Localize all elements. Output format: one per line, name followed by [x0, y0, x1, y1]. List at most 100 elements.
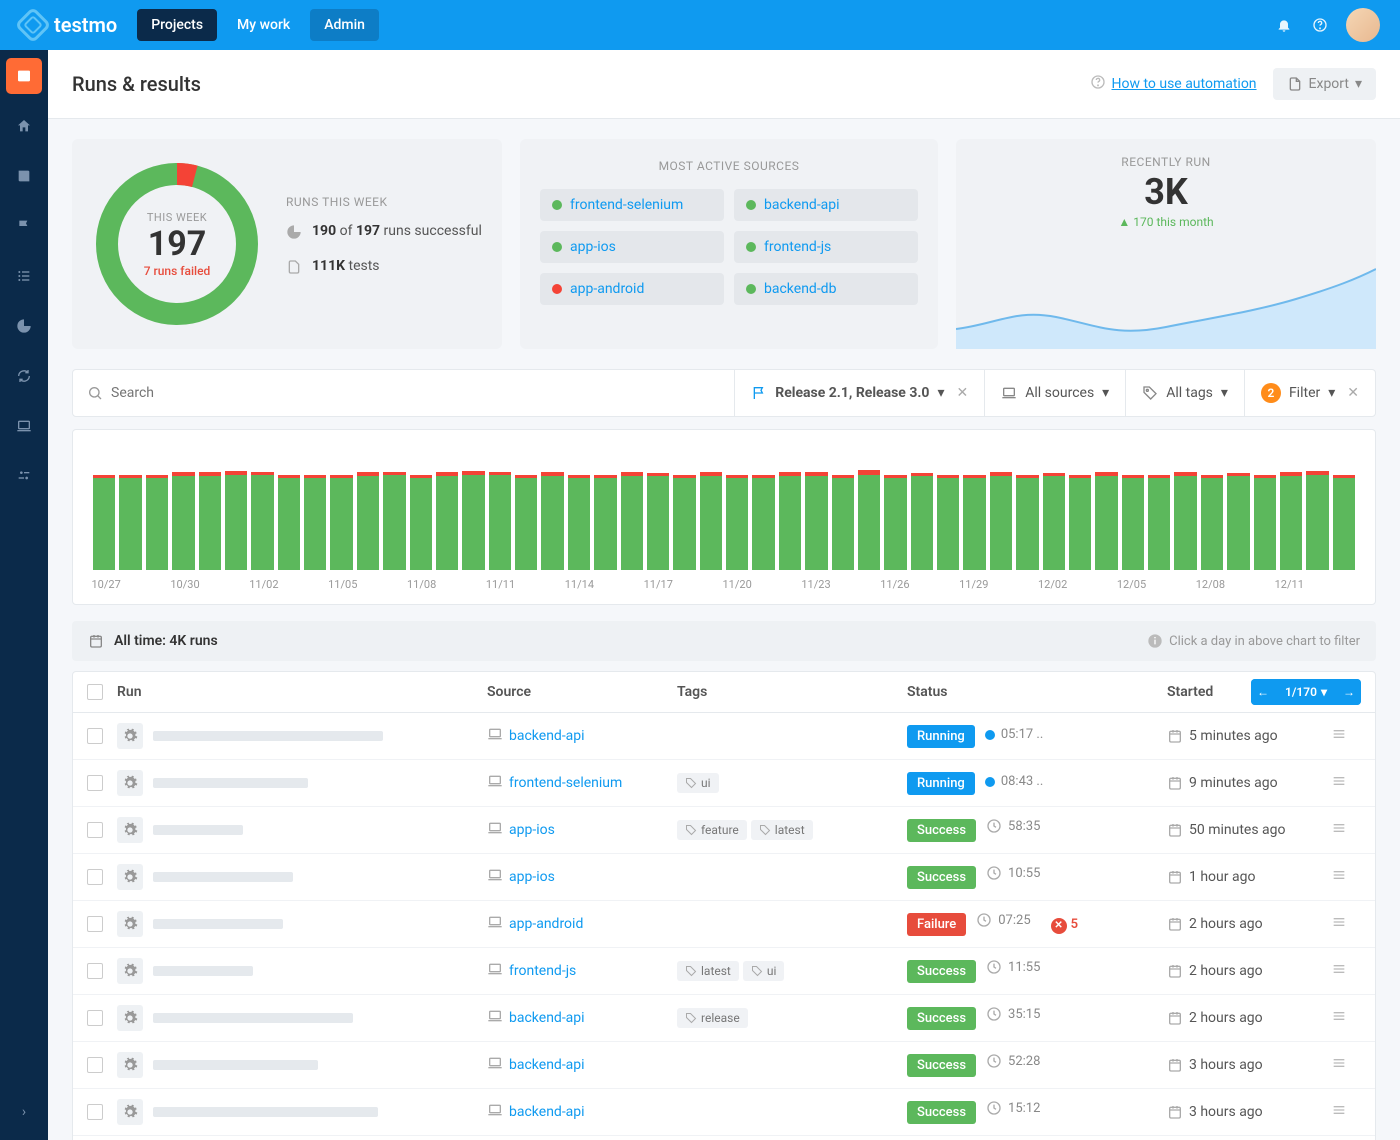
source-link[interactable]: backend-db: [764, 281, 836, 297]
filter-sources[interactable]: All sources ▾: [984, 370, 1125, 416]
col-source[interactable]: Source: [487, 684, 677, 700]
row-checkbox[interactable]: [87, 1104, 103, 1120]
chart-bar[interactable]: [146, 475, 168, 570]
sidebar-collapse[interactable]: ›: [6, 1094, 42, 1130]
chart-bar[interactable]: [963, 475, 985, 570]
chart-bar[interactable]: [383, 472, 405, 570]
row-checkbox[interactable]: [87, 728, 103, 744]
tag-pill[interactable]: latest: [751, 820, 813, 840]
table-row[interactable]: app-ios latest Success 23:32 4 hours ago: [73, 1136, 1375, 1140]
source-pill[interactable]: frontend-selenium: [540, 189, 724, 221]
runs-bar-chart[interactable]: 10/2710/3011/0211/0511/0811/1111/1411/17…: [72, 429, 1376, 605]
sidebar-item-book[interactable]: [6, 158, 42, 194]
logo[interactable]: testmo: [20, 12, 117, 38]
source-link[interactable]: app-android: [570, 281, 644, 297]
row-menu-button[interactable]: [1331, 914, 1361, 934]
table-row[interactable]: app-ios feature latest Success 58:35 50 …: [73, 807, 1375, 854]
chart-bar[interactable]: [673, 475, 695, 570]
chart-bar[interactable]: [119, 475, 141, 570]
chart-bar[interactable]: [1095, 472, 1117, 570]
table-row[interactable]: backend-api Running 05:17 .. 5 minutes a…: [73, 713, 1375, 760]
source-pill[interactable]: app-ios: [540, 231, 724, 263]
row-gear-button[interactable]: [117, 770, 143, 796]
chart-bar[interactable]: [541, 472, 563, 570]
source-pill[interactable]: frontend-js: [734, 231, 918, 263]
row-checkbox[interactable]: [87, 916, 103, 932]
source-link[interactable]: frontend-js: [487, 961, 677, 981]
table-row[interactable]: frontend-js latest ui Success 11:55 2 ho…: [73, 948, 1375, 995]
chart-bar[interactable]: [1016, 475, 1038, 570]
chart-bar[interactable]: [1280, 472, 1302, 570]
chart-bar[interactable]: [621, 472, 643, 570]
search-box[interactable]: [73, 370, 734, 416]
clear-icon[interactable]: ✕: [957, 385, 969, 401]
col-tags[interactable]: Tags: [677, 684, 907, 700]
row-checkbox[interactable]: [87, 1010, 103, 1026]
col-run[interactable]: Run: [117, 684, 487, 700]
row-gear-button[interactable]: [117, 958, 143, 984]
row-gear-button[interactable]: [117, 1005, 143, 1031]
row-checkbox[interactable]: [87, 822, 103, 838]
chart-bar[interactable]: [304, 475, 326, 570]
chart-bar[interactable]: [436, 472, 458, 570]
bell-icon[interactable]: [1266, 7, 1302, 43]
source-pill[interactable]: backend-db: [734, 273, 918, 305]
row-menu-button[interactable]: [1331, 820, 1361, 840]
chart-bar[interactable]: [594, 475, 616, 570]
pager-next[interactable]: →: [1337, 679, 1361, 705]
chart-bar[interactable]: [1227, 473, 1249, 570]
select-all-checkbox[interactable]: [87, 684, 103, 700]
source-link[interactable]: app-ios: [487, 820, 677, 840]
chart-bar[interactable]: [805, 472, 827, 570]
table-row[interactable]: app-ios Success 10:55 1 hour ago: [73, 854, 1375, 901]
chart-bar[interactable]: [752, 475, 774, 570]
chart-bar[interactable]: [172, 472, 194, 570]
chart-bar[interactable]: [251, 472, 273, 570]
sidebar-item-laptop[interactable]: [6, 408, 42, 444]
table-row[interactable]: app-android Failure 07:25✕5 2 hours ago: [73, 901, 1375, 948]
source-link[interactable]: frontend-js: [764, 239, 831, 255]
sidebar-item-settings[interactable]: [6, 458, 42, 494]
chart-bar[interactable]: [700, 472, 722, 570]
filter-button[interactable]: 2 Filter ▾ ✕: [1244, 370, 1375, 416]
chart-bar[interactable]: [1148, 475, 1170, 570]
pager-page[interactable]: 1/170 ▾: [1277, 679, 1335, 705]
chart-bar[interactable]: [1333, 475, 1355, 570]
chart-bar[interactable]: [1043, 473, 1065, 570]
table-row[interactable]: frontend-selenium ui Running 08:43 .. 9 …: [73, 760, 1375, 807]
chart-bar[interactable]: [489, 472, 511, 570]
chart-bar[interactable]: [1122, 475, 1144, 570]
source-link[interactable]: backend-api: [487, 1102, 677, 1122]
help-icon[interactable]: [1302, 7, 1338, 43]
chart-bar[interactable]: [1069, 475, 1091, 570]
chart-bar[interactable]: [568, 475, 590, 570]
source-link[interactable]: backend-api: [487, 1055, 677, 1075]
row-gear-button[interactable]: [117, 817, 143, 843]
chart-bar[interactable]: [462, 471, 484, 570]
tag-pill[interactable]: release: [677, 1008, 748, 1028]
chart-bar[interactable]: [779, 472, 801, 570]
chart-bar[interactable]: [1201, 475, 1223, 570]
clear-icon[interactable]: ✕: [1347, 385, 1359, 401]
row-menu-button[interactable]: [1331, 961, 1361, 981]
sidebar-item-chart[interactable]: [6, 308, 42, 344]
chart-bar[interactable]: [911, 473, 933, 570]
chart-bar[interactable]: [357, 472, 379, 570]
source-pill[interactable]: backend-api: [734, 189, 918, 221]
chart-bar[interactable]: [726, 475, 748, 570]
tag-pill[interactable]: ui: [743, 961, 785, 981]
chart-bar[interactable]: [858, 470, 880, 570]
row-menu-button[interactable]: [1331, 867, 1361, 887]
chart-bar[interactable]: [278, 475, 300, 570]
source-link[interactable]: app-ios: [487, 867, 677, 887]
source-link[interactable]: backend-api: [764, 197, 840, 213]
source-pill[interactable]: app-android: [540, 273, 724, 305]
table-row[interactable]: backend-api Success 15:12 3 hours ago: [73, 1089, 1375, 1136]
nav-mywork[interactable]: My work: [223, 9, 304, 41]
row-menu-button[interactable]: [1331, 726, 1361, 746]
pager-prev[interactable]: ←: [1251, 679, 1275, 705]
tag-pill[interactable]: latest: [677, 961, 739, 981]
row-menu-button[interactable]: [1331, 1102, 1361, 1122]
table-row[interactable]: backend-api release Success 35:15 2 hour…: [73, 995, 1375, 1042]
row-gear-button[interactable]: [117, 864, 143, 890]
